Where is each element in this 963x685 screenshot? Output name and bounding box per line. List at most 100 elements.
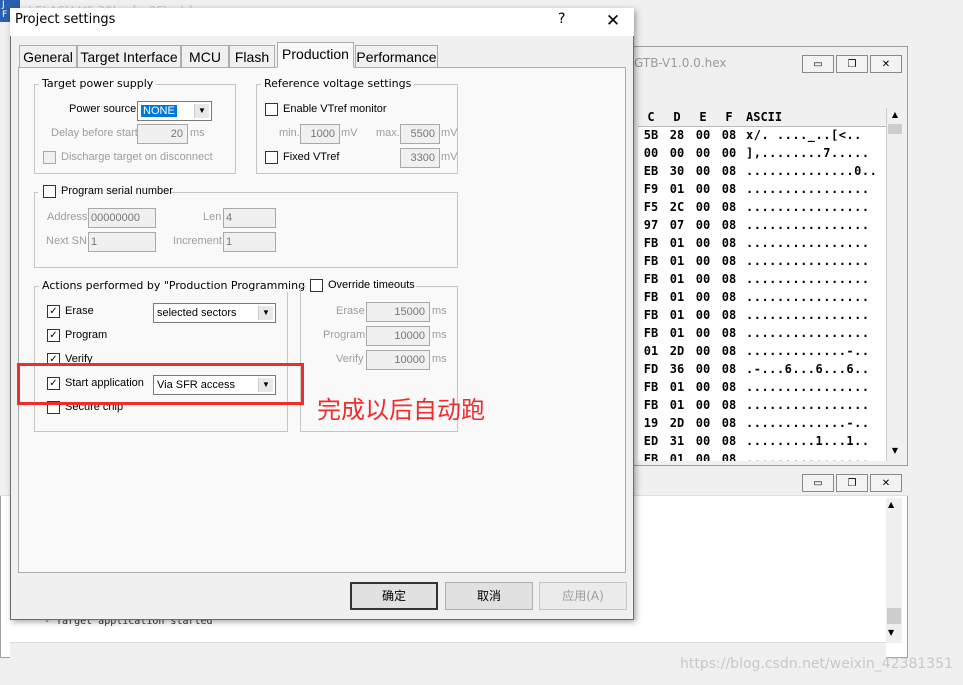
increment-field[interactable]: 1: [223, 232, 276, 252]
fixed-vtref-checkbox[interactable]: [265, 151, 278, 164]
hex-ascii: ................: [746, 272, 870, 286]
dialog-close-button[interactable]: ✕: [601, 8, 625, 34]
hex-cell: 00: [695, 128, 711, 142]
program-serial-checkbox[interactable]: [43, 185, 56, 198]
hex-close-button[interactable]: ✕: [870, 55, 902, 73]
hex-cell: F5: [643, 200, 659, 214]
min-vtref-field[interactable]: 1000: [300, 124, 340, 144]
hex-cell: 00: [695, 218, 711, 232]
scroll-up-icon[interactable]: ▲: [889, 110, 901, 122]
hex-cell: 08: [721, 218, 737, 232]
delay-label: Delay before start: [51, 127, 138, 139]
fixed-vtref-label: Fixed VTref: [283, 151, 340, 163]
log-minimize-button[interactable]: ▭: [802, 474, 834, 492]
hex-cell: 00: [695, 452, 711, 461]
dialog-title: Project settings: [15, 12, 116, 27]
scroll-thumb[interactable]: [887, 608, 901, 624]
timeout-program-field[interactable]: 10000: [366, 326, 430, 346]
ok-button[interactable]: 确定: [350, 582, 438, 610]
scroll-up-icon[interactable]: ▲: [888, 500, 894, 509]
hex-cell: 07: [669, 218, 685, 232]
hex-col-header: C: [638, 108, 665, 127]
hex-cell: 08: [721, 452, 737, 461]
apply-button[interactable]: 应用(A): [539, 582, 627, 610]
discharge-checkbox[interactable]: [43, 151, 56, 164]
hex-cell: FB: [643, 290, 659, 304]
hex-col-header: E: [690, 108, 717, 127]
tab-mcu[interactable]: MCU: [181, 45, 229, 67]
log-close-button[interactable]: ✕: [870, 474, 902, 492]
hex-ascii: .............-..: [746, 344, 870, 358]
hex-ascii: ................: [746, 380, 870, 394]
hex-cell: 00: [695, 254, 711, 268]
erase-checkbox[interactable]: ✓: [47, 305, 60, 318]
log-scrollbar[interactable]: ▲ ▼: [886, 498, 902, 643]
delay-field[interactable]: 20: [137, 124, 188, 144]
hex-cell: 00: [695, 398, 711, 412]
close-icon: ✕: [605, 11, 621, 31]
max-vtref-field[interactable]: 5500: [400, 124, 440, 144]
help-button[interactable]: ?: [558, 11, 565, 27]
hex-table[interactable]: C D E F ASCII 5B 28 00 08 x/. ...._..[<.. 00 0…: [638, 108, 886, 461]
hex-cell: 01: [669, 308, 685, 322]
override-timeouts-checkbox[interactable]: [310, 279, 323, 292]
scroll-down-icon[interactable]: ▼: [889, 446, 901, 458]
tab-performance[interactable]: Performance: [355, 45, 438, 67]
hex-cell: 2D: [669, 344, 685, 358]
erase-mode-value: selected sectors: [157, 307, 237, 319]
hex-cell: 00: [721, 146, 737, 160]
hex-ascii: ],........7.....: [746, 146, 870, 160]
cancel-button[interactable]: 取消: [445, 582, 533, 610]
hex-cell: 08: [721, 344, 737, 358]
next-sn-field[interactable]: 1: [88, 232, 156, 252]
hex-cell: 08: [721, 362, 737, 376]
serial-number-group: [34, 192, 458, 268]
enable-vtref-checkbox[interactable]: [265, 103, 278, 116]
hex-ascii: ................: [746, 290, 870, 304]
address-field[interactable]: 00000000: [88, 208, 156, 228]
hex-cell: 00: [695, 344, 711, 358]
fixed-unit: mV: [441, 151, 458, 163]
fixed-vtref-field[interactable]: 3300: [400, 148, 440, 168]
scroll-down-icon[interactable]: ▼: [888, 628, 894, 637]
max-label: max.: [376, 127, 400, 139]
delay-unit: ms: [190, 127, 205, 139]
discharge-label: Discharge target on disconnect: [61, 151, 213, 163]
hex-ascii: ................: [746, 254, 870, 268]
hex-cell: FB: [643, 452, 659, 461]
hex-cell: FB: [643, 272, 659, 286]
hex-cell: FB: [643, 308, 659, 322]
enable-vtref-label: Enable VTref monitor: [283, 103, 387, 115]
hex-cell: 19: [643, 416, 659, 430]
hex-ascii: ................: [746, 308, 870, 322]
hex-cell: 00: [695, 416, 711, 430]
hex-cell: 01: [669, 326, 685, 340]
hex-restore-button[interactable]: ❐: [836, 55, 868, 73]
hex-cell: 08: [721, 236, 737, 250]
reference-voltage-group-label: Reference voltage settings: [261, 77, 415, 90]
len-field[interactable]: 4: [223, 208, 276, 228]
program-checkbox[interactable]: ✓: [47, 329, 60, 342]
tab-production[interactable]: Production: [277, 42, 354, 68]
scroll-thumb[interactable]: [888, 124, 902, 134]
hex-scrollbar[interactable]: ▲ ▼: [886, 108, 902, 461]
timeout-erase-field[interactable]: 15000: [366, 302, 430, 322]
hex-minimize-button[interactable]: ▭: [802, 55, 834, 73]
tab-flash[interactable]: Flash: [229, 45, 275, 67]
hex-cell: 2D: [669, 416, 685, 430]
minimize-icon: ▭: [813, 58, 823, 70]
power-source-select[interactable]: NONE ▼: [137, 101, 212, 121]
min-unit: mV: [341, 127, 358, 139]
hex-cell: 01: [669, 236, 685, 250]
hex-cell: 08: [721, 128, 737, 142]
erase-mode-select[interactable]: selected sectors ▼: [153, 303, 276, 323]
hex-cell: 36: [669, 362, 685, 376]
timeout-verify-field[interactable]: 10000: [366, 350, 430, 370]
address-label: Address: [47, 211, 88, 223]
hex-cell: 08: [721, 380, 737, 394]
hex-cell: FB: [643, 398, 659, 412]
log-restore-button[interactable]: ❐: [836, 474, 868, 492]
tab-general[interactable]: General: [19, 45, 77, 67]
tab-target-interface[interactable]: Target Interface: [77, 45, 181, 67]
hex-cell: 00: [695, 290, 711, 304]
